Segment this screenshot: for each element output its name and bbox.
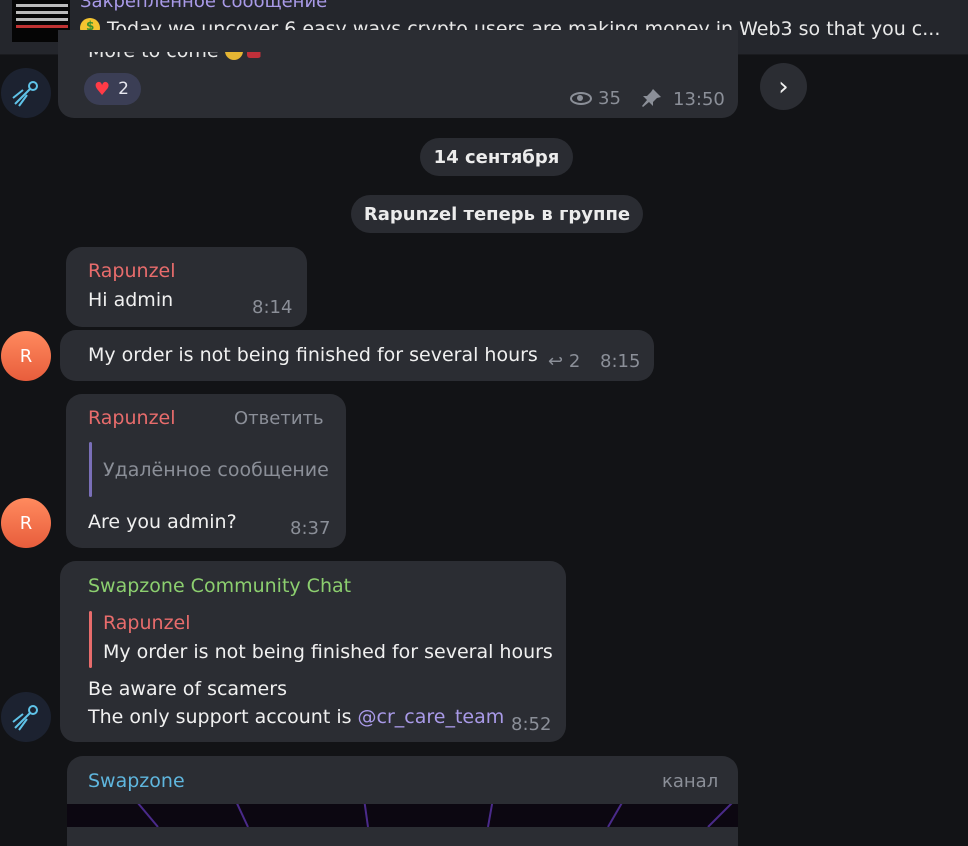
views-counter: 35 xyxy=(570,88,621,109)
message-time: 8:37 xyxy=(290,518,331,539)
sender-name[interactable]: Rapunzel xyxy=(88,407,176,429)
heart-icon: ♥ xyxy=(94,78,111,100)
reply-arrow-icon: ↩ xyxy=(548,351,564,372)
avatar[interactable]: R xyxy=(1,331,51,381)
forward-button[interactable]: › xyxy=(760,63,807,110)
quote-bar xyxy=(89,442,92,497)
pin-icon xyxy=(640,88,662,113)
reply-action[interactable]: Ответить xyxy=(234,408,324,429)
satellite-icon xyxy=(12,81,38,107)
eye-icon xyxy=(570,92,592,105)
message-text: Hi admin xyxy=(88,289,174,311)
satellite-icon xyxy=(12,705,38,731)
message-text-line2: The only support account is @cr_care_tea… xyxy=(88,706,505,728)
message-time: 8:14 xyxy=(252,297,293,318)
channel-avatar[interactable] xyxy=(1,692,51,742)
sender-name[interactable]: Swapzone xyxy=(88,770,185,792)
reply-sender[interactable]: Rapunzel xyxy=(103,612,191,634)
date-divider: 14 сентября xyxy=(420,138,573,176)
channel-avatar[interactable] xyxy=(1,68,51,118)
channel-message-bubble[interactable] xyxy=(58,30,738,118)
quoted-deleted-message[interactable]: Удалённое сообщение xyxy=(103,459,329,481)
heart-reaction[interactable]: ♥ 2 xyxy=(84,73,141,105)
pinned-title: Закреплённое сообщение xyxy=(80,0,328,12)
message-text: Are you admin? xyxy=(88,511,237,533)
reply-text[interactable]: My order is not being finished for sever… xyxy=(103,641,553,663)
avatar[interactable]: R xyxy=(1,498,51,548)
quote-bar xyxy=(89,611,92,668)
reaction-count: 2 xyxy=(118,79,129,99)
post-media-image[interactable] xyxy=(67,804,738,827)
message-time: 8:52 xyxy=(511,714,552,735)
message-text: My order is not being finished for sever… xyxy=(88,344,538,366)
sender-name[interactable]: Rapunzel xyxy=(88,260,176,282)
chevron-right-icon: › xyxy=(778,71,789,102)
message-text-line1: Be aware of scamers xyxy=(88,678,287,700)
reply-count[interactable]: ↩ 2 xyxy=(548,351,580,372)
sender-name[interactable]: Swapzone Community Chat xyxy=(88,575,351,597)
service-message: Rapunzel теперь в группе xyxy=(351,195,643,233)
channel-tag: канал xyxy=(662,771,719,792)
message-time: 13:50 xyxy=(673,89,725,110)
username-link[interactable]: @cr_care_team xyxy=(358,706,505,728)
message-time: 8:15 xyxy=(600,351,641,372)
